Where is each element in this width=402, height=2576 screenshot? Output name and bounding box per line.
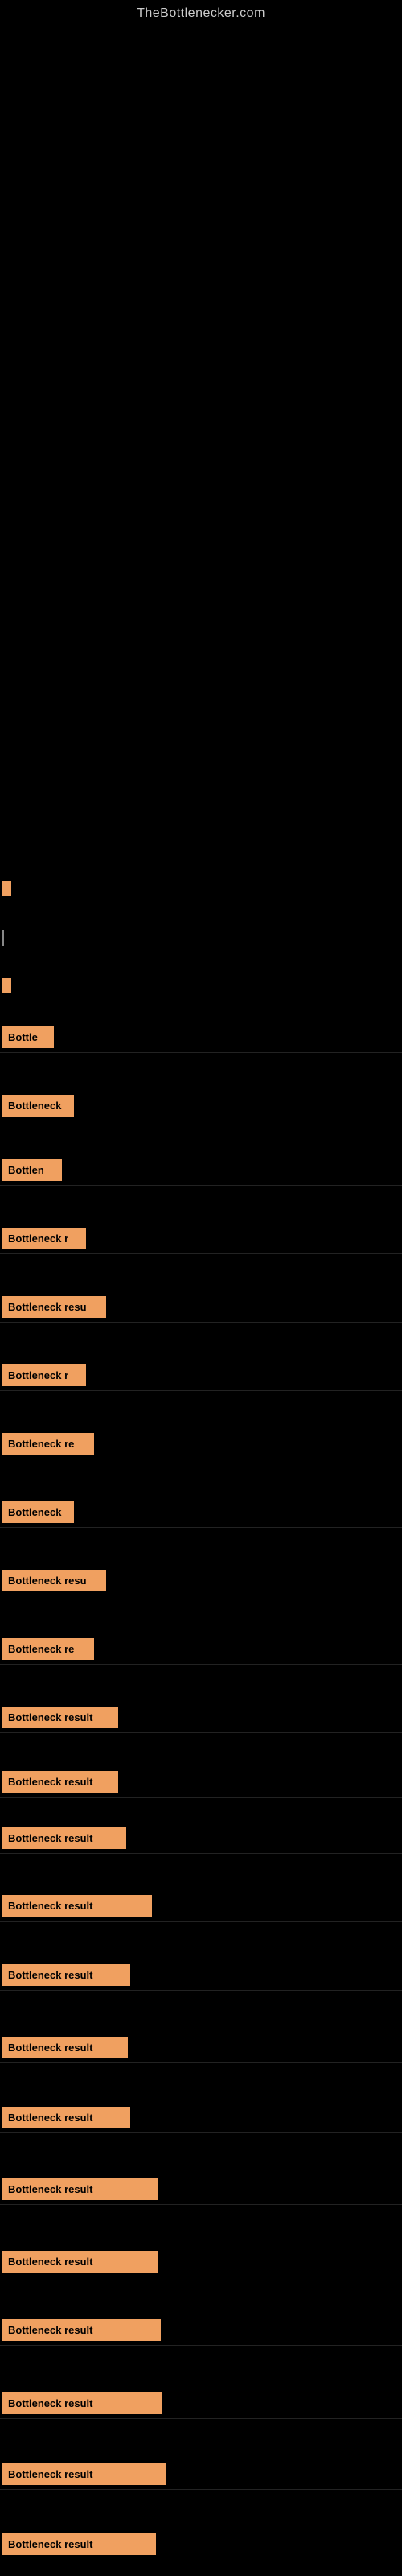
divider: [0, 1527, 402, 1528]
divider: [0, 1253, 402, 1254]
divider: [0, 1185, 402, 1186]
divider: [0, 1797, 402, 1798]
divider: [0, 2489, 402, 2490]
list-item: Bottleneck resu: [2, 1296, 106, 1322]
list-item: Bottleneck r: [2, 1228, 86, 1253]
bottleneck-badge: Bottleneck resu: [2, 1296, 106, 1318]
divider: [0, 2062, 402, 2063]
line-marker: [2, 930, 4, 946]
list-item: Bottle: [2, 1026, 54, 1052]
bottleneck-badge: Bottleneck result: [2, 1771, 118, 1793]
divider: [0, 1052, 402, 1053]
list-item: Bottleneck result: [2, 1895, 152, 1921]
bottleneck-badge: Bottleneck: [2, 1501, 74, 1523]
divider: [0, 2132, 402, 2133]
list-item: Bottleneck result: [2, 2463, 166, 2489]
list-item: Bottleneck re: [2, 1638, 94, 1664]
bottleneck-badge: Bottlen: [2, 1159, 62, 1181]
bottleneck-badge: Bottleneck result: [2, 2178, 158, 2200]
bottleneck-badge: Bottleneck re: [2, 1638, 94, 1660]
bottleneck-badge: Bottleneck result: [2, 1827, 126, 1849]
list-item: Bottleneck result: [2, 2533, 156, 2559]
bottleneck-badge: Bottleneck result: [2, 1895, 152, 1917]
list-item: Bottleneck result: [2, 2107, 130, 2132]
bottleneck-badge: Bottleneck result: [2, 2251, 158, 2273]
divider: [0, 1853, 402, 1854]
divider: [0, 2345, 402, 2346]
bottleneck-badge: Bottleneck: [2, 1095, 74, 1117]
list-item: Bottleneck result: [2, 2392, 162, 2418]
list-item: Bottleneck result: [2, 1707, 118, 1732]
bottleneck-badge: Bottleneck r: [2, 1228, 86, 1249]
site-title: TheBottlenecker.com: [0, 0, 402, 21]
bottleneck-badge: Bottleneck result: [2, 2037, 128, 2058]
list-item: Bottleneck result: [2, 2251, 158, 2277]
list-item: Bottleneck: [2, 1095, 74, 1121]
divider: [0, 1664, 402, 1665]
bottleneck-badge: Bottleneck result: [2, 2107, 130, 2128]
bottleneck-badge: Bottleneck result: [2, 2533, 156, 2555]
section-marker: [2, 881, 11, 896]
list-item: Bottleneck result: [2, 1964, 130, 1990]
list-item: Bottlen: [2, 1159, 62, 1185]
divider: [0, 1921, 402, 1922]
list-item: Bottleneck result: [2, 1771, 118, 1797]
bottleneck-badge: Bottleneck result: [2, 2319, 161, 2341]
list-item: Bottleneck re: [2, 1433, 94, 1459]
bottleneck-badge: Bottleneck result: [2, 2463, 166, 2485]
list-item: Bottleneck resu: [2, 1570, 106, 1596]
divider: [0, 1390, 402, 1391]
bottleneck-badge: Bottleneck result: [2, 2392, 162, 2414]
bottleneck-badge: Bottleneck result: [2, 1707, 118, 1728]
bottleneck-badge: Bottleneck re: [2, 1433, 94, 1455]
divider: [0, 1322, 402, 1323]
list-item: Bottleneck result: [2, 1827, 126, 1853]
list-item: Bottleneck result: [2, 2319, 161, 2345]
divider: [0, 1990, 402, 1991]
bottleneck-badge: Bottleneck resu: [2, 1570, 106, 1591]
list-item: Bottleneck result: [2, 2178, 158, 2204]
section-marker: [2, 978, 11, 993]
divider: [0, 2418, 402, 2419]
divider: [0, 2204, 402, 2205]
list-item: Bottleneck: [2, 1501, 74, 1527]
list-item: Bottleneck r: [2, 1364, 86, 1390]
list-item: Bottleneck result: [2, 2037, 128, 2062]
bottleneck-badge: Bottleneck result: [2, 1964, 130, 1986]
bottleneck-badge: Bottleneck r: [2, 1364, 86, 1386]
bottleneck-badge: Bottle: [2, 1026, 54, 1048]
divider: [0, 1732, 402, 1733]
